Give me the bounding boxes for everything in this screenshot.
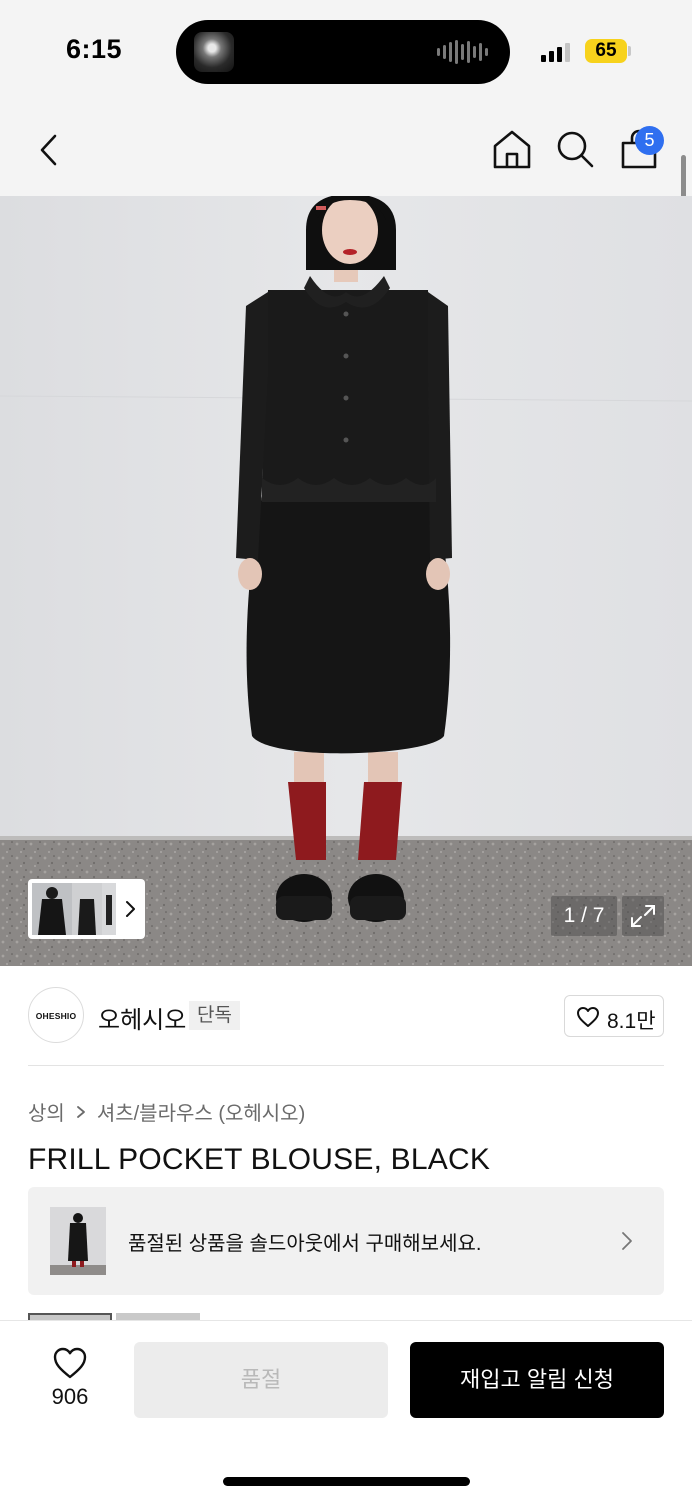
product-image[interactable] [0,196,692,966]
breadcrumb-subcategory[interactable]: 셔츠/블라우스 (오헤시오) [97,1097,305,1126]
expand-icon[interactable] [622,896,664,936]
brand-name[interactable]: 오헤시오 [98,1000,186,1035]
status-time: 6:15 [66,34,123,64]
restock-alert-button[interactable]: 재입고 알림 신청 [410,1342,664,1418]
battery-icon: 65 [585,39,627,63]
soldout-product-thumbnail [50,1207,106,1275]
breadcrumb-category[interactable]: 상의 [28,1097,65,1126]
back-chevron-icon[interactable] [28,128,72,172]
brand-logo[interactable]: OHESHIO [28,987,84,1043]
dynamic-island[interactable] [176,20,510,84]
thumbnail-next-chevron-icon[interactable] [122,898,138,920]
image-counter: 1 / 7 [551,896,617,936]
model-photo [0,196,692,966]
top-navigation [0,100,692,196]
soldout-banner-text: 품절된 상품을 솔드아웃에서 구매해보세요. [128,1233,482,1255]
divider [28,1065,664,1066]
product-title: FRILL POCKET BLOUSE, BLACK [28,1143,491,1176]
brand-like-count: 8.1만 [607,1010,656,1033]
breadcrumb-chevron-icon [76,1105,85,1118]
home-icon[interactable] [490,127,534,171]
brand-like-button[interactable]: 8.1만 [564,995,664,1037]
breadcrumb: 상의 셔츠/블라우스 (오헤시오) [28,1097,305,1126]
wishlist-count: 906 [51,1384,89,1409]
wishlist-heart-icon[interactable] [52,1346,88,1380]
now-playing-artwork [194,32,234,72]
cart-count-badge: 5 [635,126,664,155]
signal-icon [541,42,570,62]
exclusive-badge: 단독 [189,1001,240,1030]
status-bar: 6:15 65 [0,0,692,100]
home-indicator[interactable] [223,1477,470,1486]
audio-waveform-icon [437,40,488,64]
soldout-button: 품절 [134,1342,388,1418]
thumbnail-images [32,883,116,935]
battery-tip [628,46,631,56]
soldout-banner[interactable]: 품절된 상품을 솔드아웃에서 구매해보세요. [28,1187,664,1295]
chevron-right-icon [622,1232,632,1250]
heart-icon [577,1007,599,1027]
search-icon[interactable] [553,127,597,171]
